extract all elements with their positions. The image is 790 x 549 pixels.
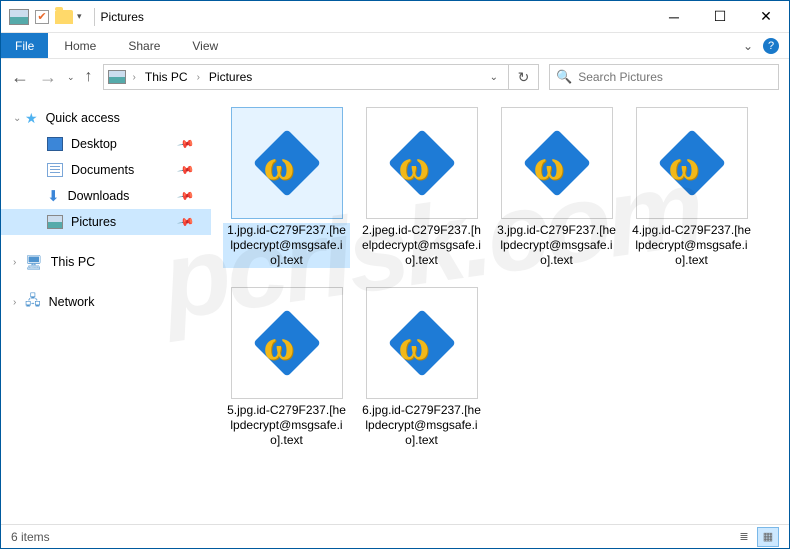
thumbnails-view-button[interactable]: ▦ [757, 527, 779, 547]
sidebar-network[interactable]: › 🖧 Network [1, 289, 211, 315]
window-title: Pictures [101, 10, 144, 24]
search-icon: 🔍 [556, 69, 572, 85]
up-button[interactable]: ↑ [85, 68, 93, 86]
tab-share[interactable]: Share [112, 33, 176, 58]
sidebar-item-pictures[interactable]: Pictures 📌 [1, 209, 211, 235]
file-tab[interactable]: File [1, 33, 48, 58]
address-bar[interactable]: › This PC › Pictures ⌄ [103, 64, 509, 90]
help-icon[interactable]: ? [763, 38, 779, 54]
ribbon-expand-icon[interactable]: ⌄ [733, 39, 763, 53]
location-icon [108, 70, 126, 84]
item-count: 6 items [11, 530, 50, 544]
pin-icon: 📌 [177, 187, 196, 206]
file-thumbnail: ω [501, 107, 613, 219]
file-item[interactable]: ω 3.jpg.id-C279F237.[helpdecrypt@msgsafe.… [489, 103, 624, 283]
file-name: 5.jpg.id-C279F237.[helpdecrypt@msgsafe.i… [223, 403, 350, 448]
file-type-icon: ω [663, 134, 721, 192]
file-type-icon: ω [258, 314, 316, 372]
status-bar: 6 items ≣ ▦ [1, 524, 789, 548]
back-button[interactable]: ← [11, 67, 29, 88]
close-button[interactable]: ✕ [743, 1, 789, 32]
qat-dropdown-icon[interactable]: ▾ [77, 11, 82, 22]
chevron-down-icon[interactable]: ⌄ [13, 113, 21, 124]
pin-icon: 📌 [177, 135, 196, 154]
sidebar-item-downloads[interactable]: ⬇ Downloads 📌 [1, 183, 211, 209]
chevron-right-icon[interactable]: › [130, 72, 139, 83]
sidebar-label: Network [49, 295, 95, 309]
minimize-button[interactable]: ─ [651, 1, 697, 32]
breadcrumb-this-pc[interactable]: This PC [143, 70, 190, 84]
chevron-right-icon[interactable]: › [13, 297, 16, 308]
file-name: 4.jpg.id-C279F237.[helpdecrypt@msgsafe.i… [628, 223, 755, 268]
separator [94, 8, 95, 26]
tab-view[interactable]: View [176, 33, 234, 58]
file-item[interactable]: ω 4.jpg.id-C279F237.[helpdecrypt@msgsafe.… [624, 103, 759, 283]
file-name: 1.jpg.id-C279F237.[helpdecrypt@msgsafe.i… [223, 223, 350, 268]
file-type-icon: ω [393, 314, 451, 372]
chevron-right-icon[interactable]: › [194, 72, 203, 83]
sidebar-this-pc[interactable]: › 🖥 This PC [1, 249, 211, 275]
main-area: ⌄ ★ Quick access Desktop 📌 Documents 📌 ⬇… [1, 95, 789, 525]
file-item[interactable]: ω 1.jpg.id-C279F237.[helpdecrypt@msgsafe.… [219, 103, 354, 283]
sidebar-label: Quick access [46, 111, 120, 125]
sidebar-item-label: Downloads [68, 189, 130, 203]
breadcrumb-pictures[interactable]: Pictures [207, 70, 254, 84]
file-name: 6.jpg.id-C279F237.[helpdecrypt@msgsafe.i… [358, 403, 485, 448]
window-controls: ─ ☐ ✕ [651, 1, 789, 32]
sidebar: ⌄ ★ Quick access Desktop 📌 Documents 📌 ⬇… [1, 95, 211, 525]
file-item[interactable]: ω 5.jpg.id-C279F237.[helpdecrypt@msgsafe.… [219, 283, 354, 463]
file-grid[interactable]: ω 1.jpg.id-C279F237.[helpdecrypt@msgsafe.… [211, 95, 789, 525]
search-input[interactable] [578, 70, 772, 84]
downloads-icon: ⬇ [47, 187, 60, 205]
sidebar-quick-access[interactable]: ⌄ ★ Quick access [1, 105, 211, 131]
details-view-button[interactable]: ≣ [733, 527, 755, 547]
tab-home[interactable]: Home [48, 33, 112, 58]
network-icon: 🖧 [25, 290, 41, 314]
file-thumbnail: ω [231, 107, 343, 219]
file-thumbnail: ω [231, 287, 343, 399]
sidebar-label: This PC [51, 255, 95, 269]
documents-icon [47, 163, 63, 177]
refresh-button[interactable]: ↻ [509, 64, 539, 90]
search-box[interactable]: 🔍 [549, 64, 779, 90]
pin-icon: 📌 [177, 161, 196, 180]
forward-button[interactable]: → [39, 67, 57, 88]
file-thumbnail: ω [366, 107, 478, 219]
desktop-icon [47, 137, 63, 151]
nav-bar: ← → ⌄ ↑ › This PC › Pictures ⌄ ↻ 🔍 [1, 59, 789, 95]
sidebar-item-label: Documents [71, 163, 134, 177]
folder-icon[interactable] [55, 10, 73, 24]
sidebar-item-desktop[interactable]: Desktop 📌 [1, 131, 211, 157]
file-type-icon: ω [528, 134, 586, 192]
history-dropdown-icon[interactable]: ⌄ [67, 72, 75, 83]
file-name: 2.jpeg.id-C279F237.[helpdecrypt@msgsafe.… [358, 223, 485, 268]
address-dropdown-icon[interactable]: ⌄ [484, 72, 504, 83]
qat-checkbox-icon[interactable]: ✔ [35, 10, 49, 24]
pin-icon: 📌 [177, 213, 196, 232]
sidebar-item-label: Pictures [71, 215, 116, 229]
maximize-button[interactable]: ☐ [697, 1, 743, 32]
title-bar: ✔ ▾ Pictures ─ ☐ ✕ [1, 1, 789, 33]
file-name: 3.jpg.id-C279F237.[helpdecrypt@msgsafe.i… [493, 223, 620, 268]
file-type-icon: ω [258, 134, 316, 192]
pictures-icon [47, 215, 63, 229]
pictures-app-icon [9, 9, 29, 25]
view-buttons: ≣ ▦ [733, 527, 779, 547]
star-icon: ★ [25, 110, 38, 127]
sidebar-item-label: Desktop [71, 137, 117, 151]
file-item[interactable]: ω 2.jpeg.id-C279F237.[helpdecrypt@msgsafe… [354, 103, 489, 283]
file-thumbnail: ω [636, 107, 748, 219]
pc-icon: 🖥 [25, 254, 43, 271]
chevron-right-icon[interactable]: › [13, 257, 16, 268]
ribbon: File Home Share View ⌄ ? [1, 33, 789, 59]
file-item[interactable]: ω 6.jpg.id-C279F237.[helpdecrypt@msgsafe.… [354, 283, 489, 463]
file-type-icon: ω [393, 134, 451, 192]
sidebar-item-documents[interactable]: Documents 📌 [1, 157, 211, 183]
file-thumbnail: ω [366, 287, 478, 399]
